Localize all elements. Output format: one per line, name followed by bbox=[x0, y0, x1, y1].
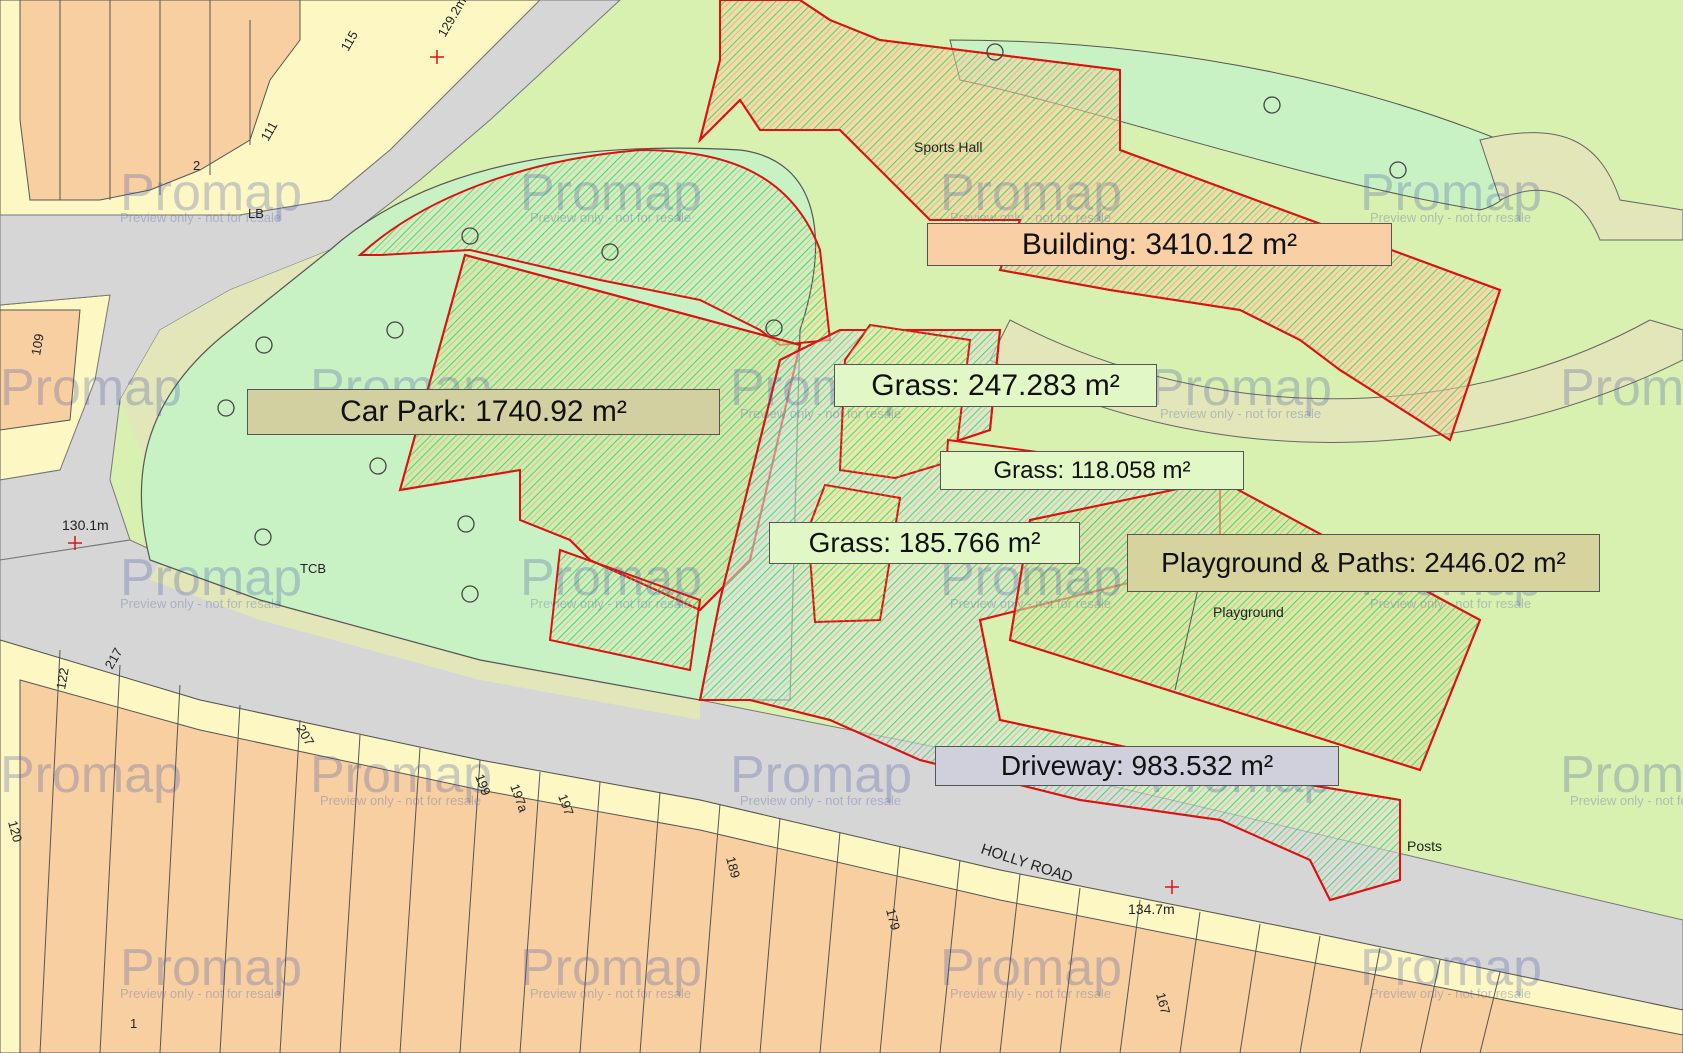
svg-text:Preview only - not for resale: Preview only - not for resale bbox=[530, 596, 691, 611]
area-label-grass-1: Grass: 247.283 m² bbox=[834, 364, 1157, 407]
area-label-playground: Playground & Paths: 2446.02 m² bbox=[1127, 534, 1600, 592]
svg-text:Preview only - not for resale: Preview only - not for resale bbox=[1160, 406, 1321, 421]
label-posts: Posts bbox=[1407, 838, 1442, 854]
area-label-car-park: Car Park: 1740.92 m² bbox=[247, 389, 720, 435]
svg-text:1: 1 bbox=[130, 1016, 137, 1031]
svg-text:Preview only - not for resale: Preview only - not for resale bbox=[1370, 210, 1531, 225]
spot-height-3: 134.7m bbox=[1128, 901, 1175, 917]
svg-text:Promap: Promap bbox=[0, 359, 182, 417]
area-label-grass-3: Grass: 185.766 m² bbox=[769, 522, 1080, 564]
svg-text:Preview only - not for resale: Preview only - not for resale bbox=[950, 986, 1111, 1001]
svg-text:Preview only - not for resale: Preview only - not for resale bbox=[950, 596, 1111, 611]
svg-text:2: 2 bbox=[193, 158, 200, 173]
area-label-grass-2: Grass: 118.058 m² bbox=[940, 451, 1244, 490]
label-tcb: TCB bbox=[300, 561, 326, 576]
spot-height-2: 130.1m bbox=[62, 517, 109, 533]
svg-text:Preview only - not for resale: Preview only - not for resale bbox=[740, 406, 901, 421]
svg-text:Preview only - not for resale: Preview only - not for resale bbox=[1570, 793, 1683, 808]
svg-text:Preview only - not for resale: Preview only - not for resale bbox=[120, 986, 281, 1001]
area-label-driveway: Driveway: 983.532 m² bbox=[935, 746, 1339, 786]
area-label-building: Building: 3410.12 m² bbox=[927, 223, 1392, 266]
site-map: Promap Preview only - not for resale Pro… bbox=[0, 0, 1683, 1053]
svg-text:Preview only - not for resale: Preview only - not for resale bbox=[1370, 596, 1531, 611]
svg-text:Preview only - not for resale: Preview only - not for resale bbox=[530, 986, 691, 1001]
svg-text:Preview only - not for resale: Preview only - not for resale bbox=[120, 596, 281, 611]
svg-text:Promap: Promap bbox=[0, 746, 182, 804]
label-lb: LB bbox=[248, 206, 264, 221]
svg-text:Preview only - not for resale: Preview only - not for resale bbox=[1370, 986, 1531, 1001]
svg-text:Preview only - not for resale: Preview only - not for resale bbox=[530, 210, 691, 225]
label-sports-hall: Sports Hall bbox=[914, 139, 982, 155]
svg-text:Promap: Promap bbox=[1560, 359, 1683, 417]
label-playground: Playground bbox=[1213, 604, 1284, 620]
svg-text:Preview only - not for resale: Preview only - not for resale bbox=[320, 793, 481, 808]
svg-text:Preview only - not for resale: Preview only - not for resale bbox=[740, 793, 901, 808]
